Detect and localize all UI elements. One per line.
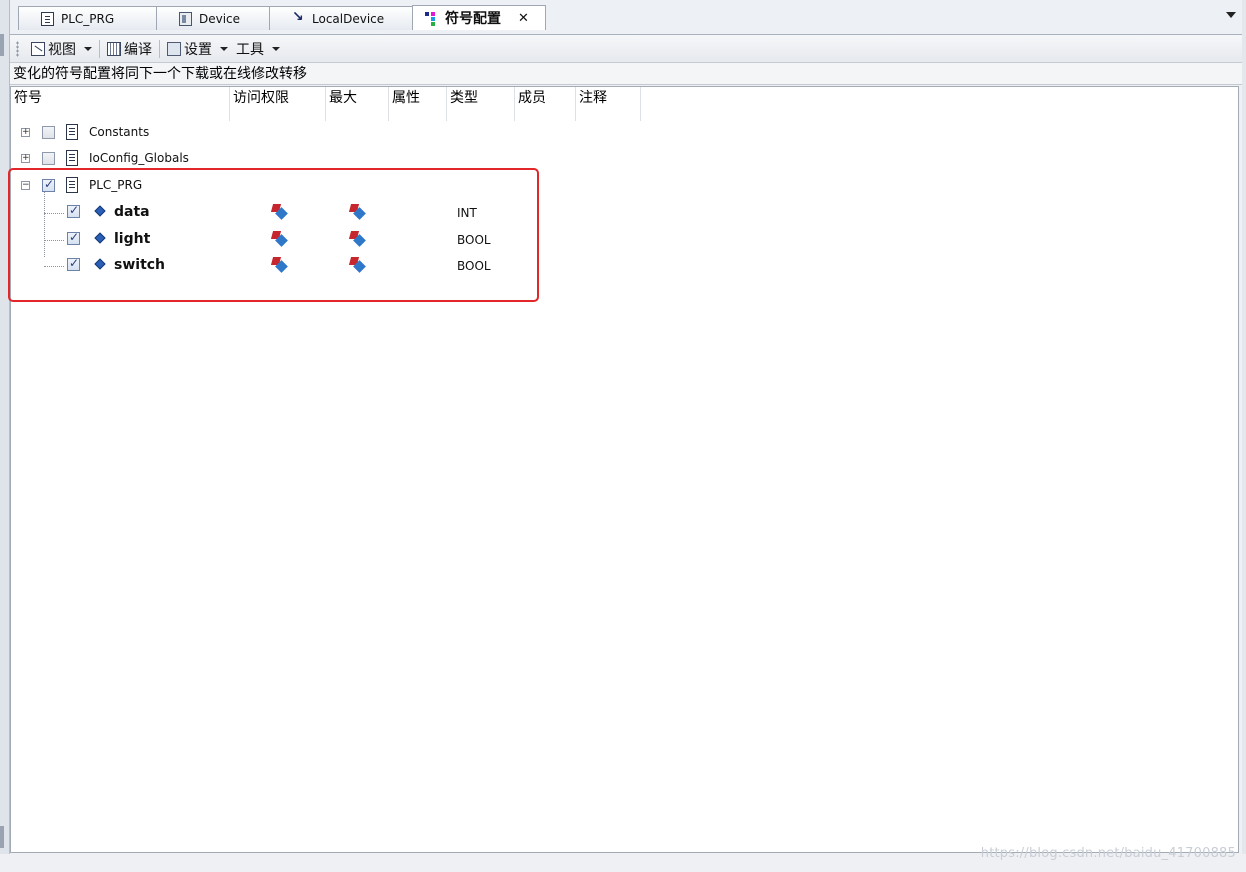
max-access-icon: [348, 204, 366, 221]
tab-label: PLC_PRG: [61, 11, 115, 26]
compile-icon: [107, 41, 121, 56]
tab-label: 符号配置: [445, 11, 501, 27]
tools-menu-button[interactable]: 工具: [232, 38, 284, 60]
node-label: IoConfig_Globals: [89, 151, 189, 166]
tab-local-device[interactable]: LocalDevice: [269, 6, 415, 30]
variable-name: data: [114, 204, 150, 221]
view-menu-button[interactable]: 视图: [27, 38, 96, 60]
checkbox-checked[interactable]: [67, 203, 80, 219]
variable-name: light: [114, 230, 151, 247]
variable-type: BOOL: [457, 258, 491, 273]
left-dock-strip: [0, 0, 10, 872]
column-header-row: 符号 访问权限 最大 属性 类型 成员 注释: [11, 87, 1238, 121]
column-header-attribute[interactable]: 属性: [389, 87, 447, 121]
network-icon: [292, 9, 305, 26]
device-icon: [179, 11, 192, 26]
document-icon: [66, 150, 78, 167]
tab-plc-prg[interactable]: PLC_PRG: [18, 6, 158, 30]
toolbar-grip[interactable]: [16, 40, 19, 57]
document-icon: [66, 176, 78, 193]
variable-icon: [94, 258, 106, 270]
watermark-text: https://blog.csdn.net/baidu_41700885: [980, 846, 1236, 861]
variable-type: INT: [457, 206, 477, 221]
view-label: 视图: [48, 41, 76, 58]
tree-row-ioconfig-globals[interactable]: + IoConfig_Globals: [11, 147, 1238, 173]
max-access-icon: [348, 230, 366, 247]
variable-type: BOOL: [457, 232, 491, 247]
compile-label: 编译: [124, 41, 152, 58]
variable-name: switch: [114, 256, 166, 273]
dock-marker: [0, 826, 4, 848]
settings-menu-button[interactable]: 设置: [163, 38, 232, 60]
tree-row-var-switch[interactable]: switch BOOL: [11, 253, 1238, 279]
symbol-tree: + Constants + IoConfig_Globals − PLC_PRG…: [11, 121, 1238, 279]
tab-label: Device: [199, 11, 241, 26]
compile-button[interactable]: 编译: [103, 38, 156, 60]
variable-icon: [94, 231, 106, 244]
read-write-access-icon[interactable]: [270, 256, 288, 273]
right-edge: [1242, 0, 1246, 872]
node-label: PLC_PRG: [89, 177, 143, 192]
checkbox-checked[interactable]: [67, 256, 80, 271]
max-access-icon: [348, 256, 366, 273]
chevron-down-icon: [220, 46, 228, 51]
tree-row-plc-prg[interactable]: − PLC_PRG: [11, 174, 1238, 200]
checkbox[interactable]: [42, 126, 55, 139]
column-header-members[interactable]: 成员: [515, 87, 576, 121]
tools-label: 工具: [236, 41, 264, 58]
expand-icon[interactable]: +: [21, 128, 30, 137]
checkbox[interactable]: [42, 152, 55, 166]
chevron-down-icon: [272, 46, 280, 51]
settings-icon: [167, 41, 181, 56]
read-write-access-icon[interactable]: [270, 230, 288, 247]
dock-marker: [0, 34, 4, 56]
column-header-access[interactable]: 访问权限: [230, 87, 326, 121]
expand-icon[interactable]: +: [21, 154, 30, 164]
tab-list-dropdown-icon[interactable]: [1226, 12, 1236, 18]
tree-row-constants[interactable]: + Constants: [11, 121, 1238, 147]
column-header-symbol[interactable]: 符号: [11, 87, 230, 121]
view-icon: [31, 41, 45, 56]
checkbox-checked[interactable]: [42, 177, 55, 192]
column-header-type[interactable]: 类型: [447, 87, 515, 121]
chevron-down-icon: [84, 46, 92, 51]
tree-row-var-light[interactable]: light BOOL: [11, 227, 1238, 253]
symbol-config-toolbar: 视图 编译 设置 工具: [10, 35, 1242, 63]
variable-icon: [94, 205, 106, 217]
tab-symbol-config[interactable]: 符号配置 ✕: [412, 5, 546, 30]
editor-tab-bar: PLC_PRG Device LocalDevice 符号配置 ✕: [10, 0, 1242, 35]
toolbar-separator: [159, 39, 160, 58]
collapse-icon[interactable]: −: [21, 180, 30, 190]
tree-row-var-data[interactable]: data INT: [11, 200, 1238, 226]
node-label: Constants: [89, 125, 150, 139]
column-header-max[interactable]: 最大: [326, 87, 389, 121]
read-write-access-icon[interactable]: [270, 204, 288, 221]
close-tab-icon[interactable]: ✕: [518, 11, 529, 26]
tab-label: LocalDevice: [312, 11, 385, 26]
settings-label: 设置: [184, 41, 212, 58]
document-icon: [66, 124, 78, 140]
symbol-tree-panel: 符号 访问权限 最大 属性 类型 成员 注释 + Constants + IoC…: [10, 86, 1239, 853]
checkbox-checked[interactable]: [67, 230, 80, 245]
info-message-bar: 变化的符号配置将同下一个下载或在线修改转移: [10, 63, 1242, 85]
column-header-comment[interactable]: 注释: [576, 87, 641, 121]
toolbar-separator: [99, 39, 100, 58]
document-icon: [41, 11, 54, 26]
tab-device[interactable]: Device: [156, 6, 270, 30]
symbol-config-icon: [425, 11, 438, 26]
